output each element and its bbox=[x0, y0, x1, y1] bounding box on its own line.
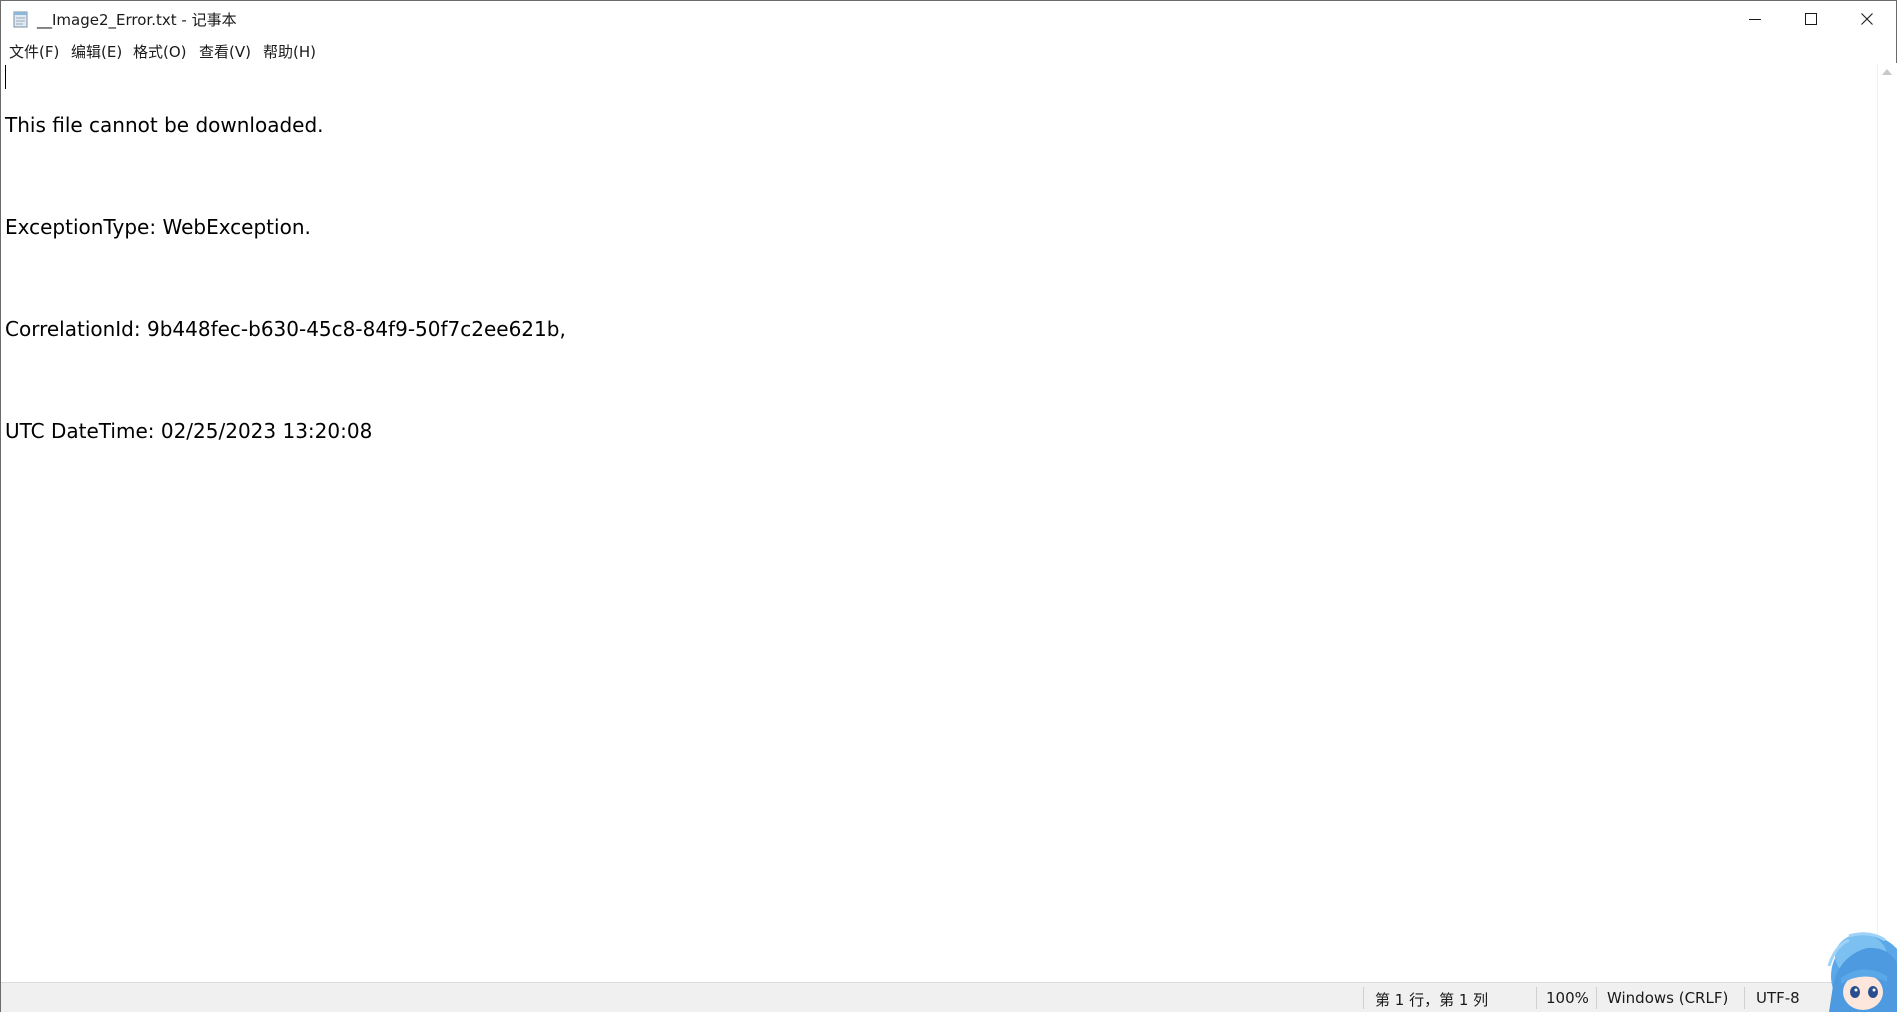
status-separator bbox=[1536, 987, 1537, 1009]
text-line: CorrelationId: 9b448fec-b630-45c8-84f9-5… bbox=[5, 317, 566, 341]
maximize-button[interactable] bbox=[1783, 1, 1839, 37]
cursor-position: 第 1 行，第 1 列 bbox=[1375, 991, 1489, 1009]
menu-bar: 文件(F) 编辑(E) 格式(O) 查看(V) 帮助(H) bbox=[1, 37, 1896, 64]
text-line: UTC DateTime: 02/25/2023 13:20:08 bbox=[5, 419, 373, 443]
status-bar: 第 1 行，第 1 列 100% Windows (CRLF) UTF-8 bbox=[1, 982, 1896, 1012]
title-bar[interactable]: __Image2_Error.txt - 记事本 bbox=[1, 1, 1896, 37]
document-text: This file cannot be downloaded. Exceptio… bbox=[5, 63, 566, 519]
zoom-level: 100% bbox=[1546, 989, 1589, 1007]
status-separator bbox=[1744, 987, 1745, 1009]
mascot-icon bbox=[1827, 932, 1897, 1012]
text-line: ExceptionType: WebException. bbox=[5, 215, 311, 239]
notepad-icon bbox=[13, 11, 28, 28]
menu-edit[interactable]: 编辑(E) bbox=[69, 41, 124, 62]
minimize-icon bbox=[1749, 19, 1761, 20]
scroll-up-arrow-icon[interactable] bbox=[1882, 69, 1892, 75]
close-icon bbox=[1861, 13, 1873, 25]
text-editor[interactable]: This file cannot be downloaded. Exceptio… bbox=[1, 63, 1877, 982]
notepad-window: __Image2_Error.txt - 记事本 文件(F) 编辑(E) 格式(… bbox=[0, 0, 1897, 1012]
menu-view[interactable]: 查看(V) bbox=[197, 41, 253, 62]
menu-file[interactable]: 文件(F) bbox=[7, 41, 61, 62]
vertical-scrollbar[interactable] bbox=[1877, 63, 1897, 982]
minimize-button[interactable] bbox=[1727, 1, 1783, 37]
close-button[interactable] bbox=[1839, 1, 1895, 37]
text-line: This file cannot be downloaded. bbox=[5, 113, 324, 137]
menu-format[interactable]: 格式(O) bbox=[131, 41, 189, 62]
line-ending: Windows (CRLF) bbox=[1607, 989, 1729, 1007]
menu-help[interactable]: 帮助(H) bbox=[261, 41, 318, 62]
maximize-icon bbox=[1805, 13, 1817, 25]
window-title: __Image2_Error.txt - 记事本 bbox=[37, 11, 237, 29]
encoding: UTF-8 bbox=[1756, 989, 1800, 1007]
status-separator bbox=[1363, 987, 1364, 1009]
status-separator bbox=[1596, 987, 1597, 1009]
mascot-image bbox=[1819, 926, 1897, 1012]
